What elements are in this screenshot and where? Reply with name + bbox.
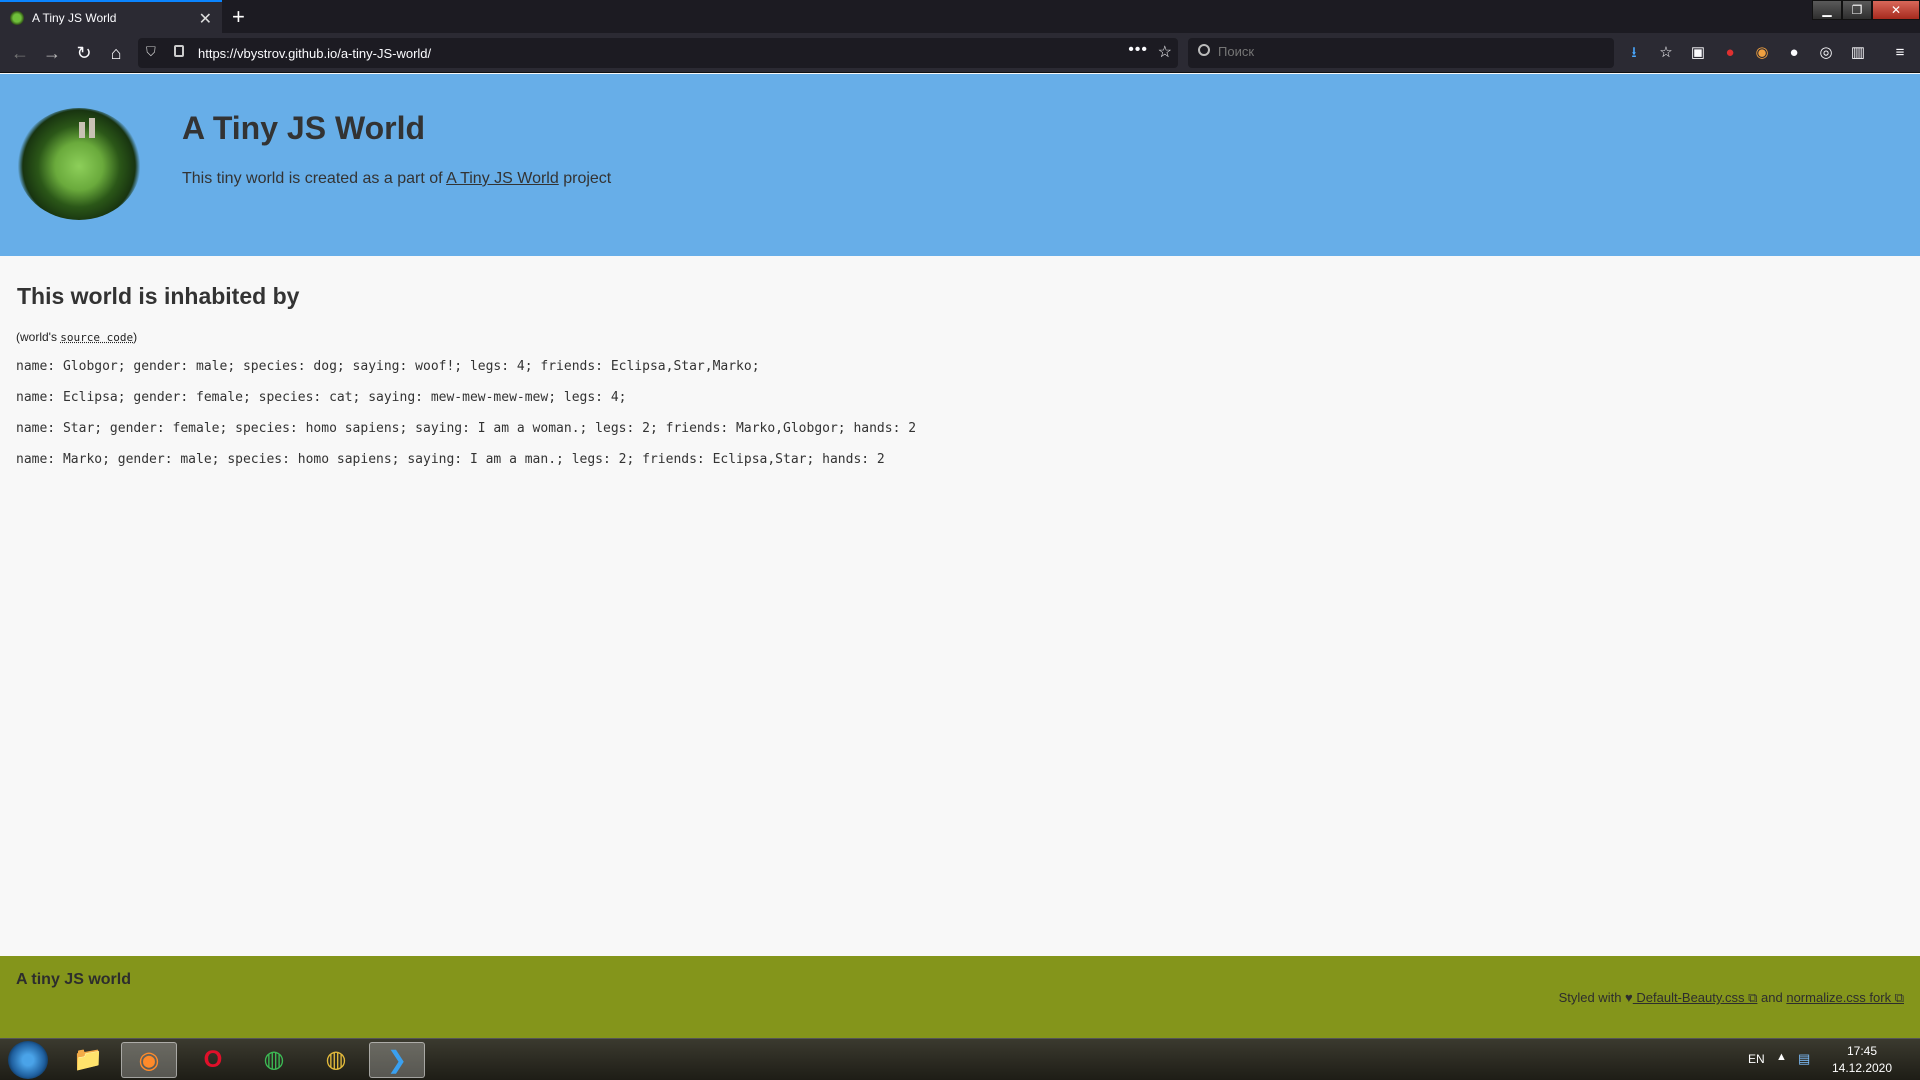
planet-building: [79, 122, 85, 138]
extension-icon[interactable]: ◉: [1750, 41, 1774, 65]
inhabitant-globgor: name: Globgor; gender: male; species: do…: [16, 359, 760, 374]
subtitle-prefix: This tiny world is created as a part of: [182, 170, 447, 187]
page-title: A Tiny JS World: [182, 110, 425, 146]
search-input[interactable]: [1218, 44, 1598, 59]
minimize-button[interactable]: ▁: [1812, 0, 1842, 20]
inhabitants-heading: This world is inhabited by: [17, 283, 300, 309]
account-icon[interactable]: ◎: [1814, 41, 1838, 65]
network-icon[interactable]: ▤: [1798, 1051, 1810, 1067]
back-arrow-icon[interactable]: ←: [8, 41, 32, 65]
home-icon[interactable]: ⌂: [104, 41, 128, 65]
close-window-button[interactable]: ✕: [1872, 0, 1920, 20]
bookmarks-icon[interactable]: ☆: [1654, 41, 1678, 65]
page-subtitle: This tiny world is created as a part of …: [182, 170, 611, 188]
downloads-icon[interactable]: ⭳: [1622, 41, 1646, 65]
language-indicator[interactable]: EN: [1748, 1052, 1765, 1066]
inhabitants-list: name: Globgor; gender: male; species: do…: [16, 357, 916, 481]
default-beauty-link[interactable]: Default-Beauty.css ⧉: [1633, 990, 1757, 1005]
firefox-icon[interactable]: ◉: [121, 1042, 177, 1078]
heart-icon: ♥: [1625, 990, 1633, 1005]
tab-active[interactable]: A Tiny JS World ✕: [0, 0, 222, 33]
project-link[interactable]: A Tiny JS World: [446, 170, 559, 187]
inhabitant-star: name: Star; gender: female; species: hom…: [16, 421, 917, 436]
source-code-link[interactable]: source code: [60, 331, 133, 344]
forward-arrow-icon[interactable]: →: [40, 41, 64, 65]
subtitle-suffix: project: [558, 170, 612, 187]
planet-building: [89, 118, 95, 138]
ublock-icon[interactable]: ●: [1718, 41, 1742, 65]
favicon-icon: [10, 10, 24, 25]
search-icon: [1198, 44, 1210, 56]
tiny-planet-logo: [17, 108, 141, 220]
browser-navbar: ← → ↻ ⌂ ⛉ https://vbystrov.github.io/a-t…: [0, 33, 1920, 73]
page-actions-icon[interactable]: •••: [1128, 41, 1148, 59]
menu-icon[interactable]: ≡: [1888, 41, 1912, 65]
and-text: and: [1757, 990, 1787, 1005]
browser-tab-bar: A Tiny JS World ✕ + ▁ ❐ ✕: [0, 0, 1920, 33]
source-note: (world's source code): [16, 330, 137, 344]
url-text[interactable]: https://vbystrov.github.io/a-tiny-JS-wor…: [198, 46, 431, 61]
show-hidden-icons-icon[interactable]: ▲: [1776, 1051, 1787, 1063]
chrome-dev-icon[interactable]: ◍: [308, 1042, 364, 1078]
shield-icon[interactable]: ⛉: [146, 44, 156, 60]
footer-credit: Styled with ♥ Default-Beauty.css ⧉ and n…: [1559, 990, 1904, 1006]
start-button[interactable]: [8, 1041, 48, 1079]
clock-date: 14.12.2020: [1831, 1061, 1893, 1075]
inhabitant-eclipsa: name: Eclipsa; gender: female; species: …: [16, 390, 627, 405]
search-bar[interactable]: [1188, 38, 1614, 68]
opera-icon[interactable]: O: [185, 1042, 241, 1078]
source-prefix: (world's: [16, 330, 61, 344]
site-header: A Tiny JS World This tiny world is creat…: [0, 74, 1920, 256]
normalize-link[interactable]: normalize.css fork ⧉: [1786, 990, 1904, 1005]
footer-title: A tiny JS world: [16, 971, 131, 988]
clock-time: 17:45: [1846, 1044, 1878, 1058]
library-icon[interactable]: ▥: [1846, 41, 1870, 65]
inhabitant-marko: name: Marko; gender: male; species: homo…: [16, 452, 885, 467]
reload-icon[interactable]: ↻: [72, 41, 96, 65]
chat-icon[interactable]: ●: [1782, 41, 1806, 65]
vscode-icon[interactable]: ❯: [369, 1042, 425, 1078]
lock-icon[interactable]: [174, 45, 184, 57]
chrome-icon[interactable]: ◍: [246, 1042, 302, 1078]
site-footer: A tiny JS world Styled with ♥ Default-Be…: [0, 956, 1920, 1038]
restore-button[interactable]: ❐: [1842, 0, 1872, 20]
styled-with-text: Styled with: [1558, 990, 1626, 1005]
os-taskbar: 📁 ◉ O ◍ ◍ ❯ EN ▲ ▤ 17:45 14.12.2020: [0, 1038, 1920, 1080]
address-bar[interactable]: ⛉ https://vbystrov.github.io/a-tiny-JS-w…: [138, 38, 1178, 68]
bookmark-star-icon[interactable]: ☆: [1158, 42, 1172, 62]
window-controls: ▁ ❐ ✕: [1812, 0, 1920, 20]
reader-icon[interactable]: ▣: [1686, 41, 1710, 65]
new-tab-button[interactable]: +: [232, 4, 245, 30]
source-suffix: ): [133, 330, 138, 344]
file-explorer-icon[interactable]: 📁: [60, 1042, 116, 1078]
close-tab-icon[interactable]: ✕: [199, 9, 212, 29]
clock[interactable]: 17:45 14.12.2020: [1822, 1043, 1902, 1077]
tab-title: A Tiny JS World: [32, 10, 117, 25]
